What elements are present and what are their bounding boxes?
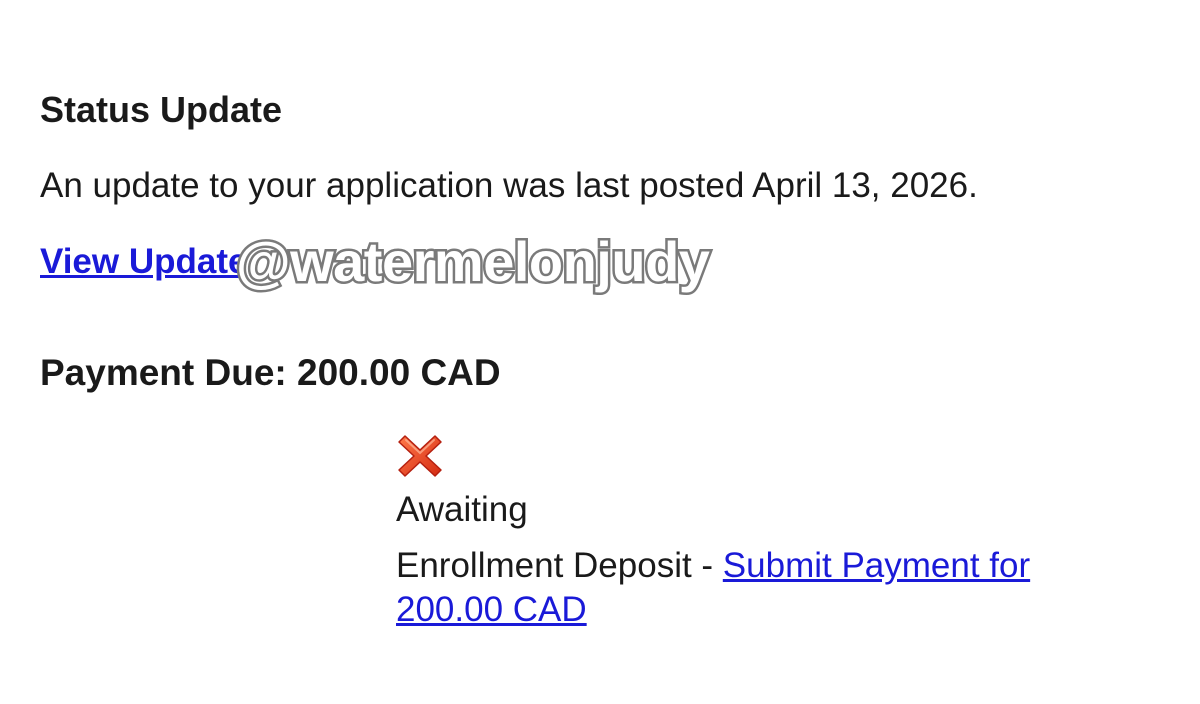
payment-status-block: Awaiting Enrollment Deposit - Submit Pay… — [396, 432, 1116, 632]
status-update-heading: Status Update — [40, 89, 283, 130]
enrollment-deposit-label: Enrollment Deposit - — [396, 546, 723, 585]
payment-due-heading: Payment Due: 200.00 CAD — [40, 352, 501, 393]
view-update-link[interactable]: View Update — [40, 240, 247, 284]
red-x-icon — [398, 435, 442, 477]
watermark: @watermelonjudy — [233, 228, 712, 296]
status-update-message: An update to your application was last p… — [40, 166, 978, 205]
enrollment-deposit-line: Enrollment Deposit - Submit Payment for … — [396, 544, 1086, 632]
page: Status Update An update to your applicat… — [0, 0, 1200, 704]
payment-status-label: Awaiting — [396, 490, 528, 529]
